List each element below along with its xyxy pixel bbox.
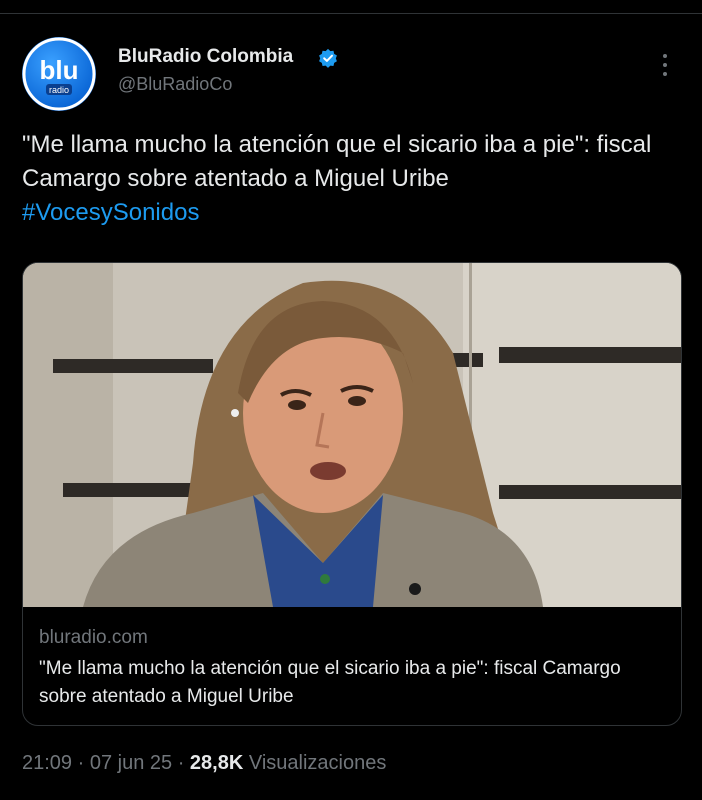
link-card-domain: bluradio.com bbox=[39, 627, 148, 648]
top-divider bbox=[0, 13, 702, 14]
views-count: 28,8K bbox=[189, 752, 244, 774]
tweet-body: "Me llama mucho la atención que el sicar… bbox=[22, 131, 652, 192]
meta-separator: · bbox=[72, 752, 90, 774]
meta-separator: · bbox=[172, 752, 190, 774]
more-dots-icon bbox=[663, 72, 667, 76]
hashtag-link[interactable]: #VocesySonidos bbox=[22, 196, 672, 230]
link-card[interactable]: bluradio.com "Me llama mucho la atención… bbox=[22, 262, 682, 726]
handle[interactable]: @BluRadioCo bbox=[118, 74, 232, 95]
more-dots-icon bbox=[663, 54, 667, 58]
link-card-title[interactable]: "Me llama mucho la atención que el sicar… bbox=[39, 655, 659, 711]
avatar-logo-subtext: radio bbox=[49, 85, 69, 95]
blu-radio-logo: blu radio bbox=[22, 37, 96, 111]
tweet-time[interactable]: 21:09 bbox=[22, 752, 72, 774]
interview-photo bbox=[23, 263, 681, 607]
tweet-date[interactable]: 07 jun 25 bbox=[90, 752, 172, 774]
avatar[interactable]: blu radio bbox=[22, 37, 96, 111]
avatar-logo-text: blu bbox=[40, 55, 79, 85]
link-card-image[interactable] bbox=[23, 263, 681, 607]
more-options-button[interactable] bbox=[652, 52, 678, 80]
display-name[interactable]: BluRadio Colombia bbox=[118, 46, 293, 68]
verified-badge-icon bbox=[319, 48, 337, 68]
tweet-meta: 21:09 · 07 jun 25 · 28,8K Visualizacione… bbox=[22, 752, 386, 775]
views-label: Visualizaciones bbox=[243, 752, 387, 774]
tweet-text: "Me llama mucho la atención que el sicar… bbox=[22, 128, 672, 230]
more-dots-icon bbox=[663, 63, 667, 67]
